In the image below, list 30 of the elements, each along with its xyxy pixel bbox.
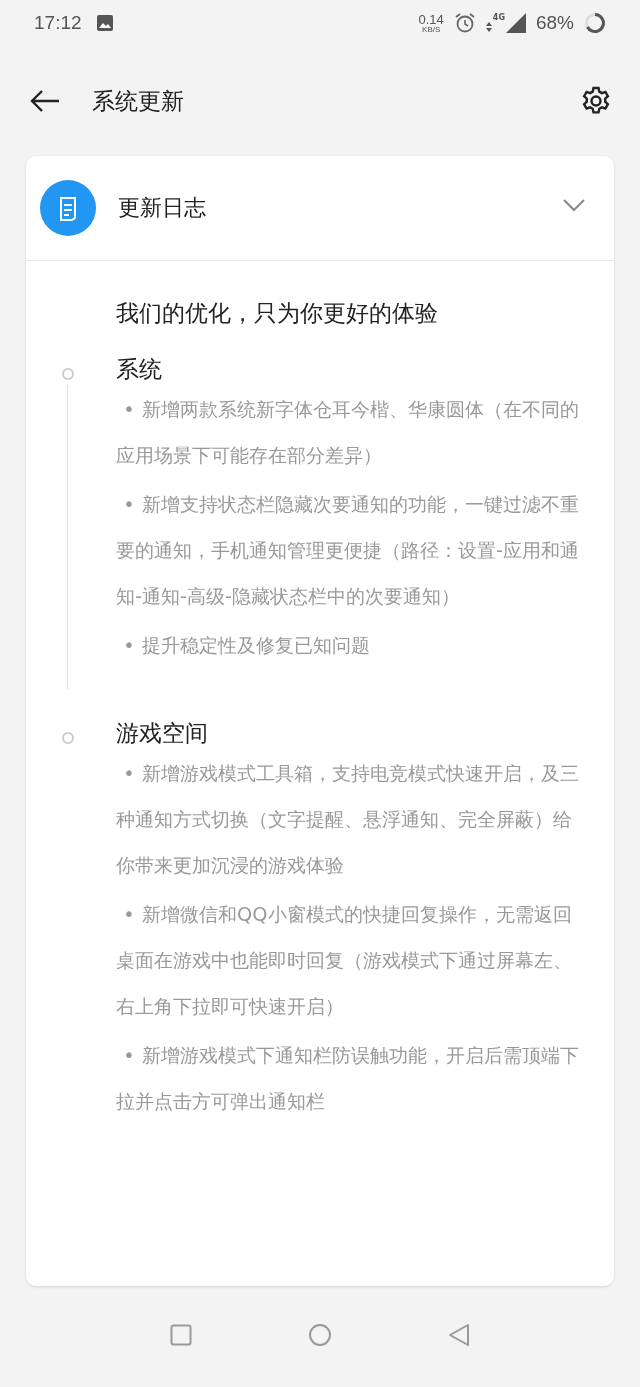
status-time: 17:12 <box>34 12 82 34</box>
timeline-dot-icon <box>61 367 75 381</box>
battery-percent: 68% <box>535 12 574 34</box>
data-arrows-icon <box>485 21 492 33</box>
document-icon <box>40 180 96 236</box>
triangle-icon <box>448 1322 470 1347</box>
section-title: 系统 <box>116 355 163 384</box>
changelog-item: • 新增游戏模式下通知栏防误触功能，开启后需顶端下拉并点击方可弹出通知栏 <box>116 1043 580 1115</box>
network-type: 4G <box>492 13 505 22</box>
battery-ring-icon <box>584 12 606 34</box>
changelog-item: • 新增两款系统新字体仓耳今楷、华康圆体（在不同的应用场景下可能存在部分差异） <box>116 397 580 469</box>
changelog-title: 更新日志 <box>118 194 207 222</box>
image-icon <box>95 14 114 32</box>
changelog-item: • 新增支持状态栏隐藏次要通知的功能，一键过滤不重要的通知，手机通知管理更便捷（路径：设置-应用和通知-通知-高级-隐藏状态栏中的次要通知） <box>116 492 580 610</box>
back-arrow-icon <box>30 90 60 112</box>
circle-icon <box>308 1322 332 1347</box>
changelog-item: • 提升稳定性及修复已知问题 <box>122 633 371 659</box>
square-icon <box>170 1323 192 1346</box>
page-title: 系统更新 <box>92 86 185 116</box>
settings-icon <box>580 85 612 117</box>
changelog-item: • 新增微信和QQ小窗模式的快捷回复操作，无需返回桌面在游戏中也能即时回复（游戏模式下通过屏幕左、右上角下拉即可快速开启） <box>116 902 573 1020</box>
timeline-dot-icon <box>61 731 75 745</box>
alarm-clock-icon <box>453 12 476 34</box>
changelog-item: • 新增游戏模式工具箱，支持电竞模式快速开启，及三种通知方式切换（文字提醒、悬浮通知、完全屏蔽）给你带来更加沉浸的游戏体验 <box>116 761 580 879</box>
net-speed: 0.14 <box>418 12 444 26</box>
net-speed-unit: KB/S <box>422 25 441 34</box>
section-title: 游戏空间 <box>116 719 209 748</box>
changelog-headline: 我们的优化，只为你更好的体验 <box>116 299 439 328</box>
changelog-header[interactable]: 更新日志 <box>26 156 614 261</box>
signal-icon <box>505 13 526 33</box>
